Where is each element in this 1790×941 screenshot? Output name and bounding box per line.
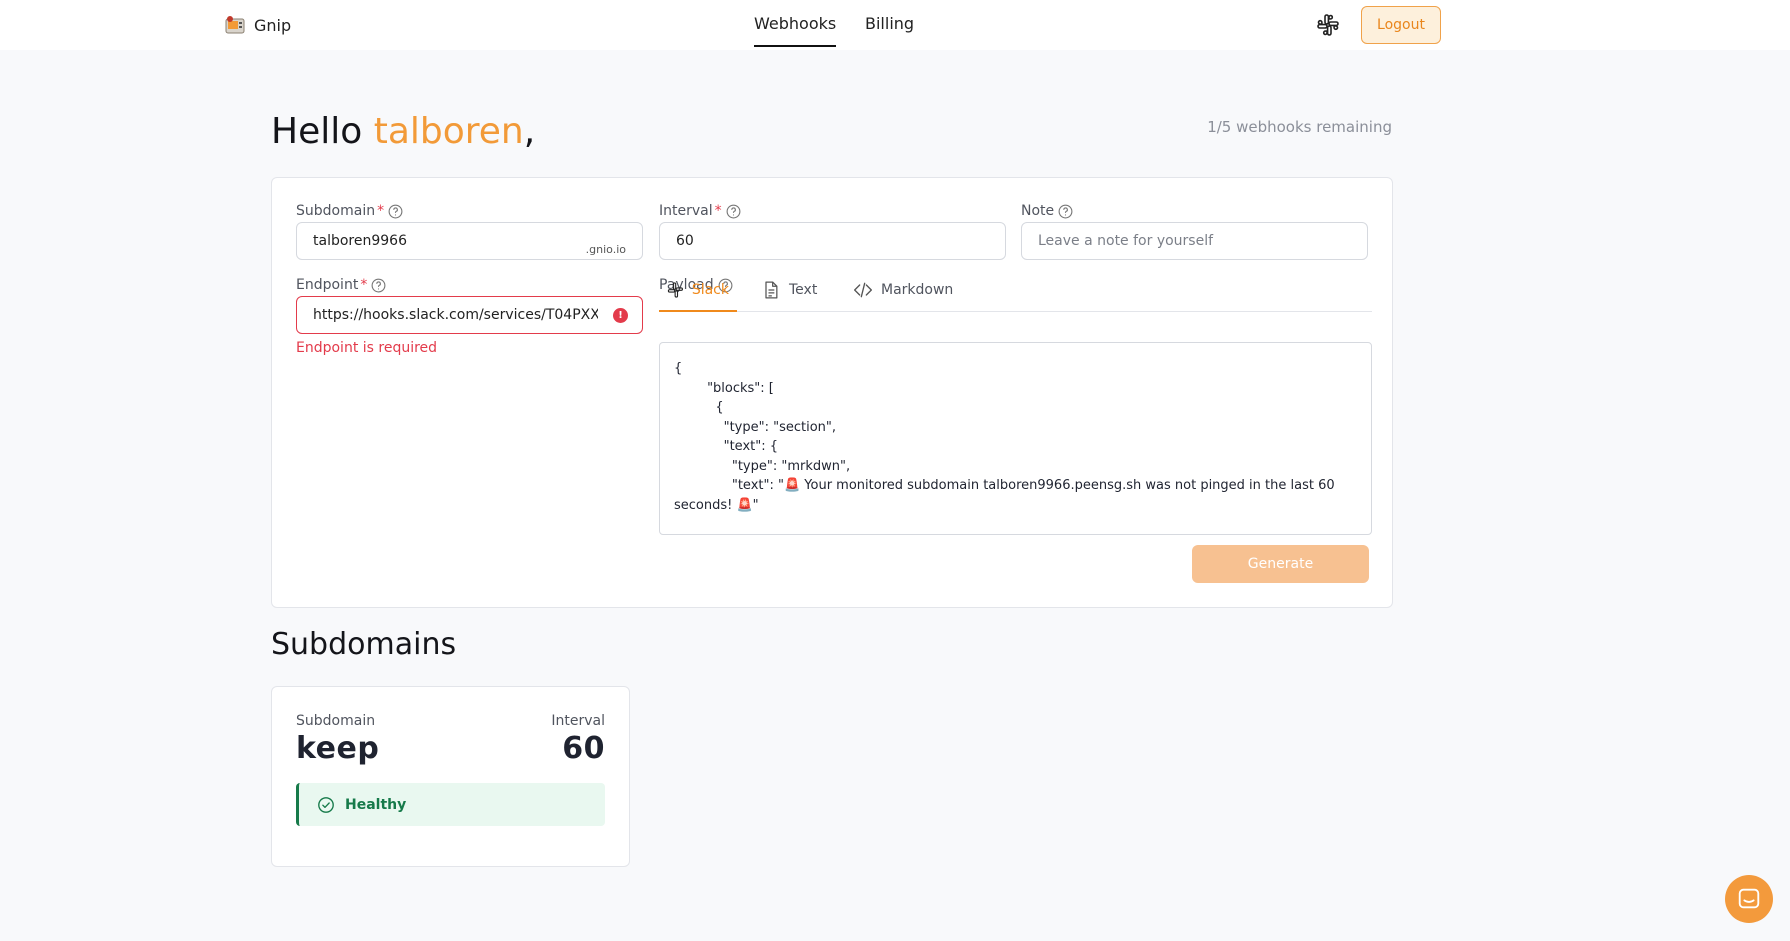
greeting-prefix: Hello — [271, 111, 374, 152]
help-icon[interactable] — [1058, 204, 1073, 219]
help-icon[interactable] — [371, 278, 386, 293]
nav-billing[interactable]: Billing — [865, 14, 914, 33]
subdomain-suffix: .gnio.io — [585, 243, 626, 256]
payload-editor[interactable]: { "blocks": [ { "type": "section", "text… — [659, 342, 1372, 535]
tab-slack-label: Slack — [691, 282, 729, 298]
interval-label: Interval * — [659, 203, 741, 219]
error-icon: ! — [613, 308, 628, 323]
subdomain-label: Subdomain * — [296, 203, 403, 219]
tab-markdown[interactable]: Markdown — [845, 278, 961, 312]
greeting-username: talboren — [373, 111, 524, 152]
subdomain-value: talboren9966 — [313, 233, 407, 249]
subdomains-heading: Subdomains — [271, 627, 457, 662]
chat-icon — [1738, 888, 1760, 909]
status-label: Healthy — [345, 796, 407, 813]
slack-icon — [667, 282, 683, 298]
endpoint-value: https://hooks.slack.com/services/T04PXXX… — [313, 307, 598, 323]
tab-slack[interactable]: Slack — [659, 278, 737, 312]
slack-icon[interactable] — [1316, 13, 1340, 37]
interval-label-text: Interval — [659, 203, 713, 219]
status-badge: Healthy — [296, 783, 605, 826]
subdomain-card[interactable]: Subdomain Interval keep 60 Healthy — [271, 686, 630, 867]
payload-tabs: Slack Text Markdown — [659, 278, 1372, 312]
tab-text[interactable]: Text — [753, 278, 825, 312]
top-navbar: Gnip Webhooks Billing Logout — [0, 0, 1790, 50]
brand-name: Gnip — [254, 15, 292, 35]
tab-markdown-label: Markdown — [881, 282, 954, 298]
endpoint-error-message: Endpoint is required — [296, 340, 438, 356]
interval-col-label: Interval — [551, 713, 605, 729]
subdomain-name: keep — [296, 731, 380, 766]
webhook-form-card: Subdomain * talboren9966 .gnio.io Interva… — [271, 177, 1393, 608]
tab-text-label: Text — [789, 282, 818, 298]
note-placeholder: Leave a note for yourself — [1038, 233, 1214, 249]
subdomain-input[interactable]: talboren9966 .gnio.io — [296, 222, 643, 260]
endpoint-label: Endpoint * — [296, 277, 386, 293]
help-icon[interactable] — [726, 204, 741, 219]
required-mark: * — [360, 277, 368, 293]
code-icon — [854, 282, 872, 298]
brand[interactable]: Gnip — [224, 14, 291, 36]
note-label-text: Note — [1021, 203, 1055, 219]
logout-button[interactable]: Logout — [1361, 6, 1441, 44]
subdomain-label-text: Subdomain — [296, 203, 376, 219]
greeting-suffix: , — [523, 111, 536, 152]
gnip-logo-icon — [225, 16, 245, 34]
required-mark: * — [714, 203, 722, 219]
subdomain-interval: 60 — [562, 731, 605, 766]
help-icon[interactable] — [388, 204, 403, 219]
file-text-icon — [765, 281, 778, 299]
webhooks-remaining: 1/5 webhooks remaining — [1207, 118, 1392, 136]
note-input[interactable]: Leave a note for yourself — [1021, 222, 1368, 260]
required-mark: * — [377, 203, 385, 219]
interval-input[interactable]: 60 — [659, 222, 1006, 260]
endpoint-label-text: Endpoint — [296, 277, 359, 293]
page-title: Hello talboren, — [271, 111, 535, 152]
note-label: Note — [1021, 203, 1073, 219]
endpoint-input[interactable]: https://hooks.slack.com/services/T04PXXX… — [296, 296, 643, 334]
generate-button[interactable]: Generate — [1192, 545, 1369, 583]
check-circle-icon — [318, 796, 334, 813]
chat-launcher-button[interactable] — [1725, 875, 1773, 923]
interval-value: 60 — [676, 233, 694, 249]
nav-webhooks[interactable]: Webhooks — [754, 14, 837, 47]
subdomain-col-label: Subdomain — [296, 713, 376, 729]
